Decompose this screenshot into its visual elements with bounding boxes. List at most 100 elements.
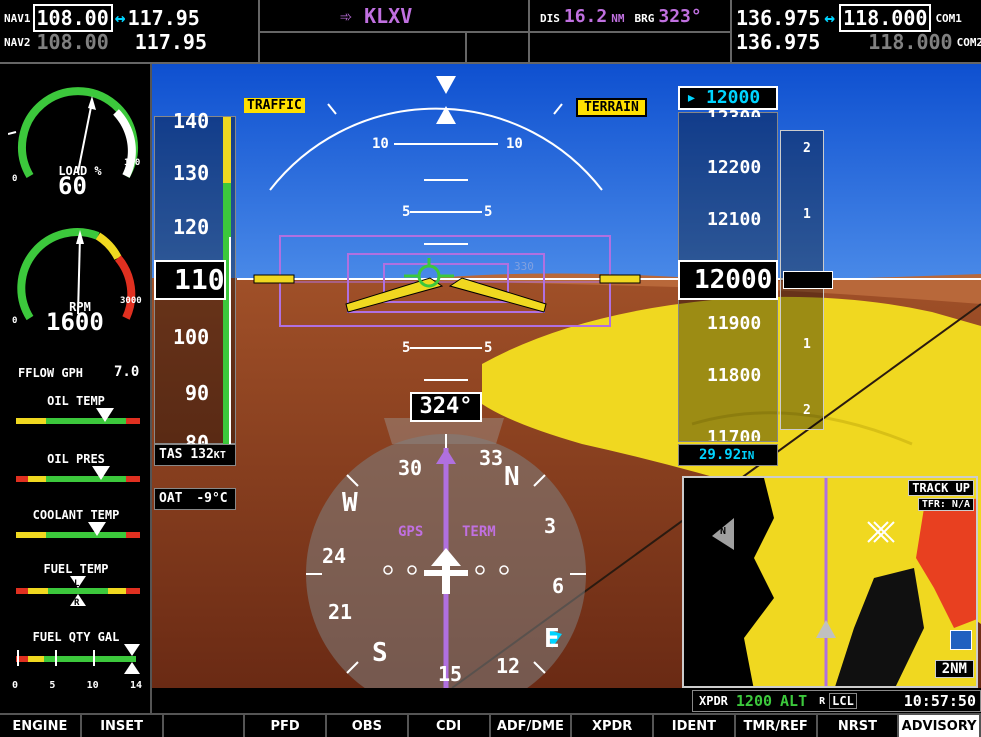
active-waypoint: ➾ KLXV — [340, 4, 412, 28]
pitch-label: 10 — [372, 136, 389, 152]
nav1-standby-freq[interactable]: 117.95 — [128, 6, 200, 30]
direct-to-icon: ➾ — [340, 4, 353, 28]
map-orientation[interactable]: TRACK UP — [908, 480, 974, 496]
softkey-advisory[interactable]: ADVISORY — [899, 715, 981, 737]
com1-label: COM1 — [935, 11, 962, 25]
tas-field: TAS 132KT — [154, 444, 236, 466]
oat-value: -9°C — [196, 491, 228, 506]
airspeed-readout: 110 — [154, 260, 226, 300]
load-max: 100 — [124, 158, 141, 168]
softkey-bar: ENGINE INSET PFD OBS CDI ADF/DME XPDR ID… — [0, 713, 981, 737]
vsi-tick: 1 — [803, 207, 811, 222]
divider — [258, 31, 730, 33]
com2-row[interactable]: 136.975 118.000 COM2 — [736, 30, 981, 54]
north-arrow-icon: N — [720, 526, 727, 537]
brg-value: 323° — [658, 6, 702, 27]
hsi-label: 21 — [328, 600, 353, 624]
nav1-active-freq[interactable]: 108.00 — [32, 4, 113, 32]
fuel-qty-label: FUEL QTY GAL — [32, 630, 120, 644]
nav2-label: NAV2 — [4, 35, 31, 49]
hsi-label: 6 — [552, 574, 565, 598]
softkey-adf-dme[interactable]: ADF/DME — [491, 715, 573, 737]
load-pointer — [77, 101, 93, 173]
tas-label: TAS — [159, 447, 183, 462]
local-time: 10:57:50 — [903, 692, 976, 710]
nav2-row[interactable]: NAV2 108.00 117.95 — [4, 30, 207, 54]
fuel-qty-ticks: 0 5 10 14 — [12, 680, 142, 691]
fuel-temp-label: FUEL TEMP — [43, 562, 109, 576]
fuel-tick: 0 — [12, 680, 19, 691]
tfr-status: TFR: N/A — [917, 498, 974, 511]
xpdr-label: XPDR — [699, 694, 728, 708]
com2-active-freq[interactable]: 118.000 — [868, 30, 952, 54]
brg-label: BRG — [634, 12, 655, 25]
vsi-tick: 2 — [803, 141, 811, 156]
pitch-label: 5 — [484, 204, 493, 220]
hsi-label: 33 — [479, 446, 504, 470]
baro-setting[interactable]: 29.92IN — [678, 444, 778, 466]
airspeed-tick: 80 — [185, 431, 210, 445]
softkey-pfd[interactable]: PFD — [245, 715, 327, 737]
swap-arrow-icon: ↔ — [824, 7, 836, 29]
nav2-standby-freq[interactable]: 117.95 — [135, 30, 207, 54]
com1-active-freq[interactable]: 118.000 — [839, 4, 932, 32]
com1-row[interactable]: 136.975 ↔ 118.000 COM1 — [736, 4, 962, 32]
dis-unit: NM — [611, 12, 625, 25]
heading-readout: 324° — [410, 392, 482, 422]
airspeed-tick: 90 — [185, 381, 210, 405]
airspeed-tick: 130 — [173, 161, 210, 185]
coolant-temp-label: COOLANT TEMP — [32, 508, 120, 522]
altitude-tick: 11700 — [707, 427, 762, 441]
nav2-active-freq[interactable]: 108.00 — [37, 30, 109, 54]
terrain-legend-icon — [950, 630, 972, 650]
vsi-tick: 1 — [803, 337, 811, 352]
divider — [465, 31, 467, 62]
altitude-tick: 11900 — [707, 313, 762, 334]
altitude-tick: 11800 — [707, 365, 762, 386]
softkey-inset[interactable]: INSET — [82, 715, 164, 737]
hsi-label-s: S — [372, 638, 388, 668]
xpdr-mode: ALT — [780, 692, 808, 710]
com1-standby-freq[interactable]: 136.975 — [736, 6, 820, 30]
softkey-ident[interactable]: IDENT — [654, 715, 736, 737]
traffic-annunciation: TRAFFIC — [244, 98, 305, 113]
fuel-qty-bar — [16, 644, 140, 674]
nav1-label: NAV1 — [4, 11, 31, 25]
softkey-cdi[interactable]: CDI — [409, 715, 491, 737]
fuel-temp-bar: L R — [16, 576, 140, 606]
nav1-row[interactable]: NAV1 108.00 ↔ 117.95 — [4, 4, 200, 32]
softkey-obs[interactable]: OBS — [327, 715, 409, 737]
load-min: 0 — [12, 174, 18, 184]
hsi-label-e: E — [544, 624, 560, 654]
com2-standby-freq[interactable]: 136.975 — [736, 30, 820, 54]
vsi-tick: 2 — [803, 403, 811, 418]
oil-pres-label: OIL PRES — [47, 452, 105, 466]
fuel-tick: 10 — [86, 680, 99, 691]
rpm-value: 1600 — [46, 308, 104, 336]
left-tank-marker: L — [74, 579, 80, 589]
vsi-pointer — [783, 271, 833, 289]
hsi-label: 30 — [398, 456, 423, 480]
softkey-blank[interactable] — [164, 715, 246, 737]
pitch-label: 5 — [402, 204, 411, 220]
dis-brg-field: DIS 16.2 NM BRG 323° — [540, 6, 702, 27]
terrain-annunciation: TERRAIN — [576, 98, 647, 117]
right-tank-marker: R — [74, 598, 80, 606]
inset-map[interactable]: N TRACK UP TFR: N/A 2NM — [682, 476, 978, 688]
fflow-label: FFLOW GPH — [18, 366, 84, 380]
map-range[interactable]: 2NM — [934, 660, 974, 678]
waypoint-id: KLXV — [364, 4, 413, 28]
load-value: 60 — [58, 172, 87, 200]
softkey-tmr-ref[interactable]: TMR/REF — [736, 715, 818, 737]
vertical-speed-indicator: 2 1 1 2 — [780, 130, 833, 430]
fflow-value: 7.0 — [114, 364, 140, 380]
fuel-tick: 14 — [129, 680, 142, 691]
pitch-label: 5 — [484, 340, 493, 356]
hsi-label: 3 — [544, 514, 557, 538]
softkey-nrst[interactable]: NRST — [818, 715, 900, 737]
airspeed-tick: 120 — [173, 215, 210, 239]
softkey-xpdr[interactable]: XPDR — [572, 715, 654, 737]
primary-flight-display: 33 N 3 6 E 12 15 S 21 24 W 30 GPS TERM 3… — [152, 64, 981, 688]
hsi-label: 12 — [496, 654, 521, 678]
softkey-engine[interactable]: ENGINE — [0, 715, 82, 737]
